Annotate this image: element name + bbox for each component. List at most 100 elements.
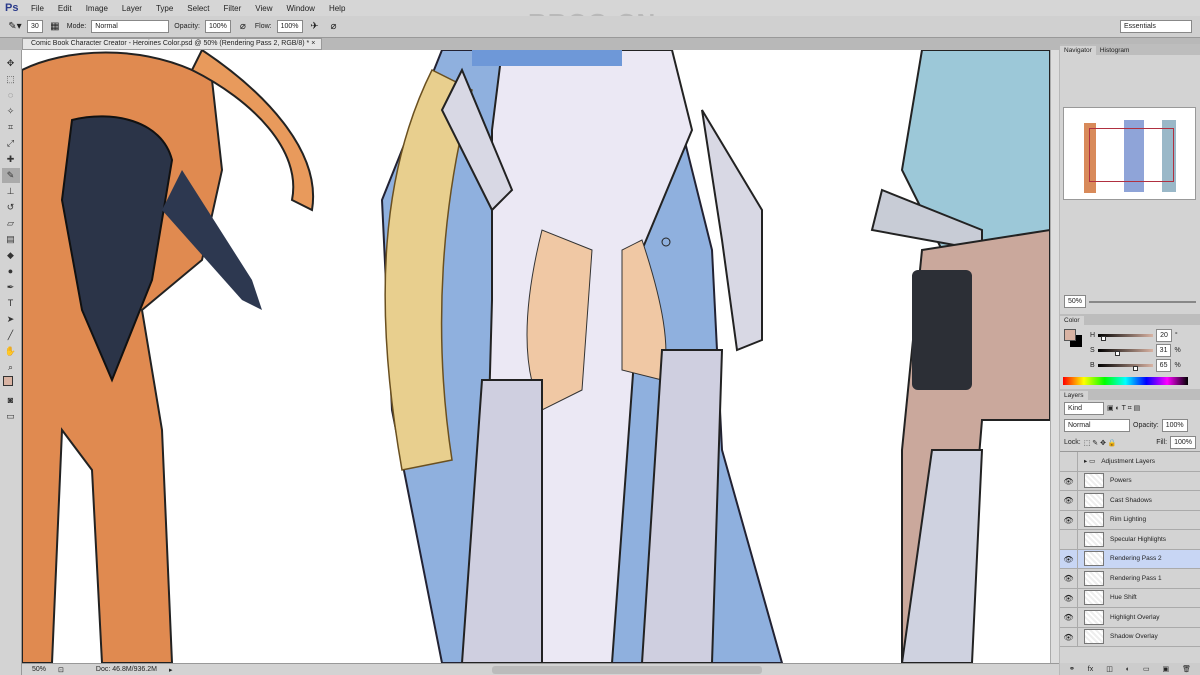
visibility-eye-icon[interactable]: 👁 [1060,471,1078,490]
channel-value[interactable]: 20 [1156,329,1172,342]
menu-image[interactable]: Image [79,4,115,13]
stamp-tool-icon[interactable]: ⊥ [7,184,15,199]
new-layer-icon[interactable]: ▣ [1163,665,1170,673]
color-swatches[interactable] [2,376,19,392]
eyedropper-tool-icon[interactable]: ⤢ [7,136,14,151]
visibility-eye-icon[interactable]: 👁 [1060,510,1078,529]
menu-layer[interactable]: Layer [115,4,149,13]
foreground-swatch[interactable] [1064,329,1076,341]
eraser-tool-icon[interactable]: ▱ [7,216,14,231]
crop-tool-icon[interactable]: ⌗ [8,120,13,135]
airbrush-icon[interactable]: ✈ [308,21,322,32]
channel-slider[interactable] [1098,334,1154,341]
navigator-zoom[interactable]: 50% [1064,295,1087,308]
visibility-eye-icon[interactable]: 👁 [1060,549,1078,568]
trash-icon[interactable]: 🗑 [1182,665,1191,673]
visibility-eye-icon[interactable]: 👁 [1060,588,1078,607]
lasso-tool-icon[interactable]: ◌ [8,88,13,103]
lock-icons[interactable]: ⬚ ✎ ✥ 🔒 [1084,439,1117,447]
layer-row[interactable]: 👁 Rendering Pass 1 [1060,569,1200,589]
brush-tool-icon[interactable]: ✎▾ [8,21,22,32]
visibility-eye-icon[interactable]: 👁 [1060,608,1078,627]
layer-row[interactable]: 👁 Hue Shift [1060,588,1200,608]
hand-tool-icon[interactable]: ✋ [5,344,16,359]
folder-icon[interactable]: ▭ [1143,665,1150,673]
document-canvas[interactable] [22,50,1050,663]
slider-thumb [1114,351,1120,356]
move-tool-icon[interactable]: ✥ [7,56,15,71]
fx-icon[interactable]: fx [1088,666,1093,673]
visibility-eye-icon[interactable]: 👁 [1060,491,1078,510]
pressure-size-icon[interactable]: ⌀ [327,21,341,32]
adjustment-icon[interactable]: ◐ [1126,666,1130,673]
menu-filter[interactable]: Filter [217,4,249,13]
flow-input[interactable]: 100% [276,20,303,33]
blur-tool-icon[interactable]: ◆ [7,248,14,263]
zoom-level[interactable]: 50% [32,666,46,673]
pen-tool-icon[interactable]: ✒ [7,280,15,295]
document-tab[interactable]: Comic Book Character Creator - Heroines … [22,38,322,50]
color-spectrum[interactable] [1063,377,1188,385]
layer-row[interactable]: 👁 Cast Shadows [1060,491,1200,511]
pressure-opacity-icon[interactable]: ⌀ [236,21,250,32]
layer-row[interactable]: 👁 Shadow Overlay [1060,627,1200,647]
fill-input[interactable]: 100% [1170,436,1196,449]
horizontal-scrollbar[interactable] [492,666,762,674]
tab-histogram[interactable]: Histogram [1095,46,1134,55]
gradient-tool-icon[interactable]: ▤ [6,232,15,247]
path-select-icon[interactable]: ➤ [7,312,15,327]
menu-window[interactable]: Window [280,4,322,13]
line-tool-icon[interactable]: ╱ [8,328,13,343]
menu-file[interactable]: File [24,4,51,13]
layer-row[interactable]: ▸ ▭ Adjustment Layers [1060,452,1200,472]
brush-size-picker[interactable]: 30 [27,20,43,33]
layer-row[interactable]: 👁 Rim Lighting [1060,510,1200,530]
menu-select[interactable]: Select [180,4,216,13]
brush-panel-icon[interactable]: ▦ [48,21,62,32]
vertical-scrollbar[interactable] [1050,50,1059,663]
channel-slider[interactable] [1097,364,1153,371]
zoom-slider[interactable] [1089,300,1196,303]
zoom-tool-icon[interactable]: ⌕ [8,360,13,375]
layer-row[interactable]: 👁 Highlight Overlay [1060,608,1200,628]
link-icon[interactable]: ⚭ [1069,665,1075,673]
status-icon[interactable]: ⊡ [58,666,64,674]
type-tool-icon[interactable]: T [8,296,14,311]
history-brush-icon[interactable]: ↺ [7,200,15,215]
layer-blend-select[interactable]: Normal [1064,419,1130,432]
channel-value[interactable]: 65 [1155,359,1172,372]
marquee-tool-icon[interactable]: ⬚ [6,72,15,87]
mode-select[interactable]: Normal [91,20,170,33]
screen-mode-icon[interactable]: ▭ [6,409,15,424]
layer-row[interactable]: 👁 Rendering Pass 2 [1060,549,1200,569]
channel-value[interactable]: 31 [1155,344,1172,357]
status-menu-arrow[interactable]: ▸ [169,666,173,674]
layer-name: Powers [1110,477,1132,485]
opacity-input[interactable]: 100% [204,20,231,33]
layer-opacity-input[interactable]: 100% [1161,419,1188,432]
menu-type[interactable]: Type [149,4,180,13]
workspace-select[interactable]: Essentials [1120,20,1192,33]
filter-icons[interactable]: ▣ ◐ T ⌗ ▤ [1107,404,1140,413]
visibility-eye-icon[interactable] [1060,452,1078,471]
navigator-preview[interactable]: 50% [1060,55,1200,310]
menu-help[interactable]: Help [322,4,352,13]
dodge-tool-icon[interactable]: ● [8,264,13,279]
quick-mask-icon[interactable]: ◙ [8,393,13,408]
channel-slider[interactable] [1097,349,1153,356]
close-icon[interactable]: × [311,40,315,47]
healing-tool-icon[interactable]: ✚ [7,152,15,167]
tab-navigator[interactable]: Navigator [1060,46,1096,55]
quick-select-tool-icon[interactable]: ✧ [7,104,15,119]
visibility-eye-icon[interactable]: 👁 [1060,569,1078,588]
visibility-eye-icon[interactable]: 👁 [1060,627,1078,646]
layer-row[interactable]: Specular Highlights [1060,530,1200,550]
brush-tool-icon[interactable]: ✎ [1,168,20,183]
menu-view[interactable]: View [248,4,279,13]
layer-row[interactable]: 👁 Powers [1060,471,1200,491]
menu-edit[interactable]: Edit [51,4,79,13]
mask-icon[interactable]: ◫ [1106,665,1113,673]
document-title: Comic Book Character Creator - Heroines … [31,40,310,47]
visibility-eye-icon[interactable] [1060,530,1078,549]
layer-filter-select[interactable]: Kind [1064,402,1104,415]
